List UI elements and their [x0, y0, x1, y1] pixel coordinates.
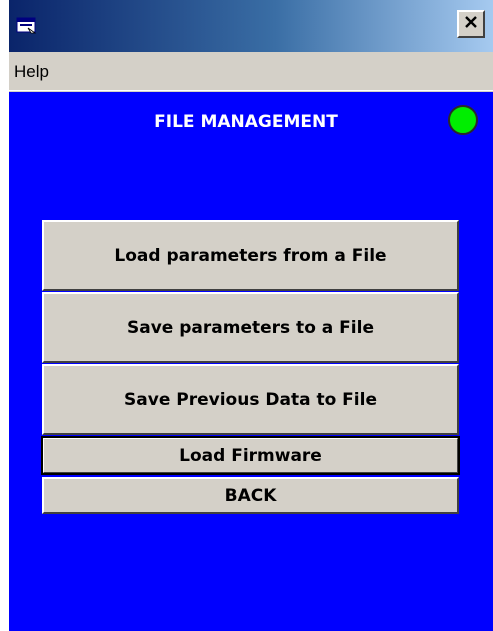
menu-item-help[interactable]: Help [12, 62, 51, 82]
title-bar[interactable] [9, 0, 493, 55]
close-button[interactable] [457, 10, 485, 38]
back-button[interactable]: BACK [42, 477, 459, 514]
app-window: Help FILE MANAGEMENT Load parameters fro… [9, 0, 493, 631]
load-firmware-button[interactable]: Load Firmware [41, 436, 460, 475]
save-previous-data-button[interactable]: Save Previous Data to File [42, 364, 459, 435]
save-parameters-button[interactable]: Save parameters to a File [42, 292, 459, 363]
load-parameters-button[interactable]: Load parameters from a File [42, 220, 459, 291]
application-window-icon[interactable] [14, 13, 40, 39]
page-title: FILE MANAGEMENT [154, 112, 338, 132]
status-indicator-icon [448, 105, 478, 135]
menu-bar: Help [9, 55, 493, 91]
close-icon [463, 14, 479, 34]
